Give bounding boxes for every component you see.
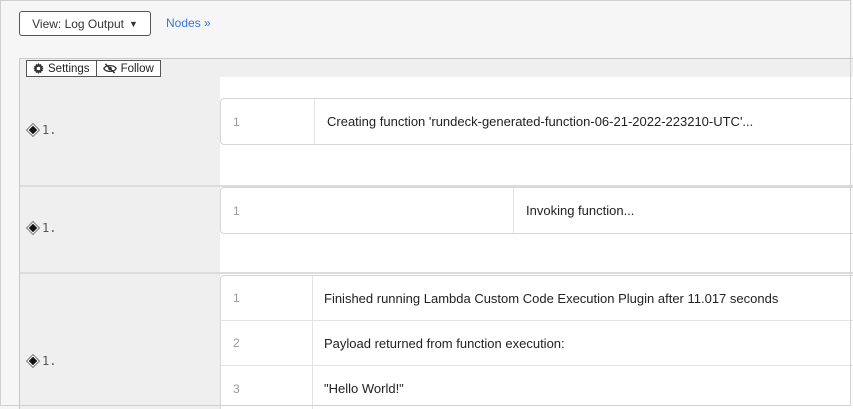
view-dropdown-button[interactable]: View: Log Output ▼ [19,11,151,36]
node-label: 1. [42,123,57,137]
log-entry-box: 1 Finished running Lambda Custom Code Ex… [220,275,853,409]
log-row: 1 Invoking function... [221,188,853,233]
line-number: 2 [221,321,313,365]
eye-slash-icon [102,63,117,74]
log-row: 2 Payload returned from function executi… [221,321,853,366]
log-row: 1 Finished running Lambda Custom Code Ex… [221,276,853,321]
node-diamond-icon [25,122,41,138]
log-message: Invoking function... [526,203,635,218]
view-dropdown-label: View: Log Output [32,16,124,31]
settings-button[interactable]: Settings [26,60,97,77]
log-message: "Hello World!" [324,381,404,396]
log-entry-box: 1 Invoking function... [220,187,853,234]
nodes-link[interactable]: Nodes » [166,16,211,30]
settings-label: Settings [48,62,90,75]
line-number: 1 [221,276,313,320]
node-label: 1. [42,221,57,235]
group-separator [20,272,853,274]
line-number: 1 [221,99,315,144]
log-row: 1 Creating function 'rundeck-generated-f… [221,99,853,144]
log-message: Finished running Lambda Custom Code Exec… [324,290,779,306]
follow-label: Follow [120,62,154,75]
node-marker[interactable]: 1. [25,220,57,236]
node-diamond-icon [25,353,41,369]
line-number: 1 [221,188,514,233]
top-toolbar: View: Log Output ▼ Nodes » [0,0,853,48]
log-message: Creating function 'rundeck-generated-fun… [327,114,754,129]
log-message: Payload returned from function execution… [324,335,565,351]
line-number: 3 [221,366,313,409]
node-diamond-icon [25,220,41,236]
log-output-panel: Settings Follow 1. 1 Creating function '… [19,58,853,409]
caret-down-icon: ▼ [128,18,138,29]
gear-icon [33,63,44,74]
follow-button[interactable]: Follow [96,60,161,77]
log-entry-box: 1 Creating function 'rundeck-generated-f… [220,98,853,145]
node-label: 1. [42,354,57,368]
log-toolbar: Settings Follow [26,60,161,77]
node-marker[interactable]: 1. [25,353,57,369]
node-marker[interactable]: 1. [25,122,57,138]
log-row: 3 "Hello World!" [221,366,853,409]
